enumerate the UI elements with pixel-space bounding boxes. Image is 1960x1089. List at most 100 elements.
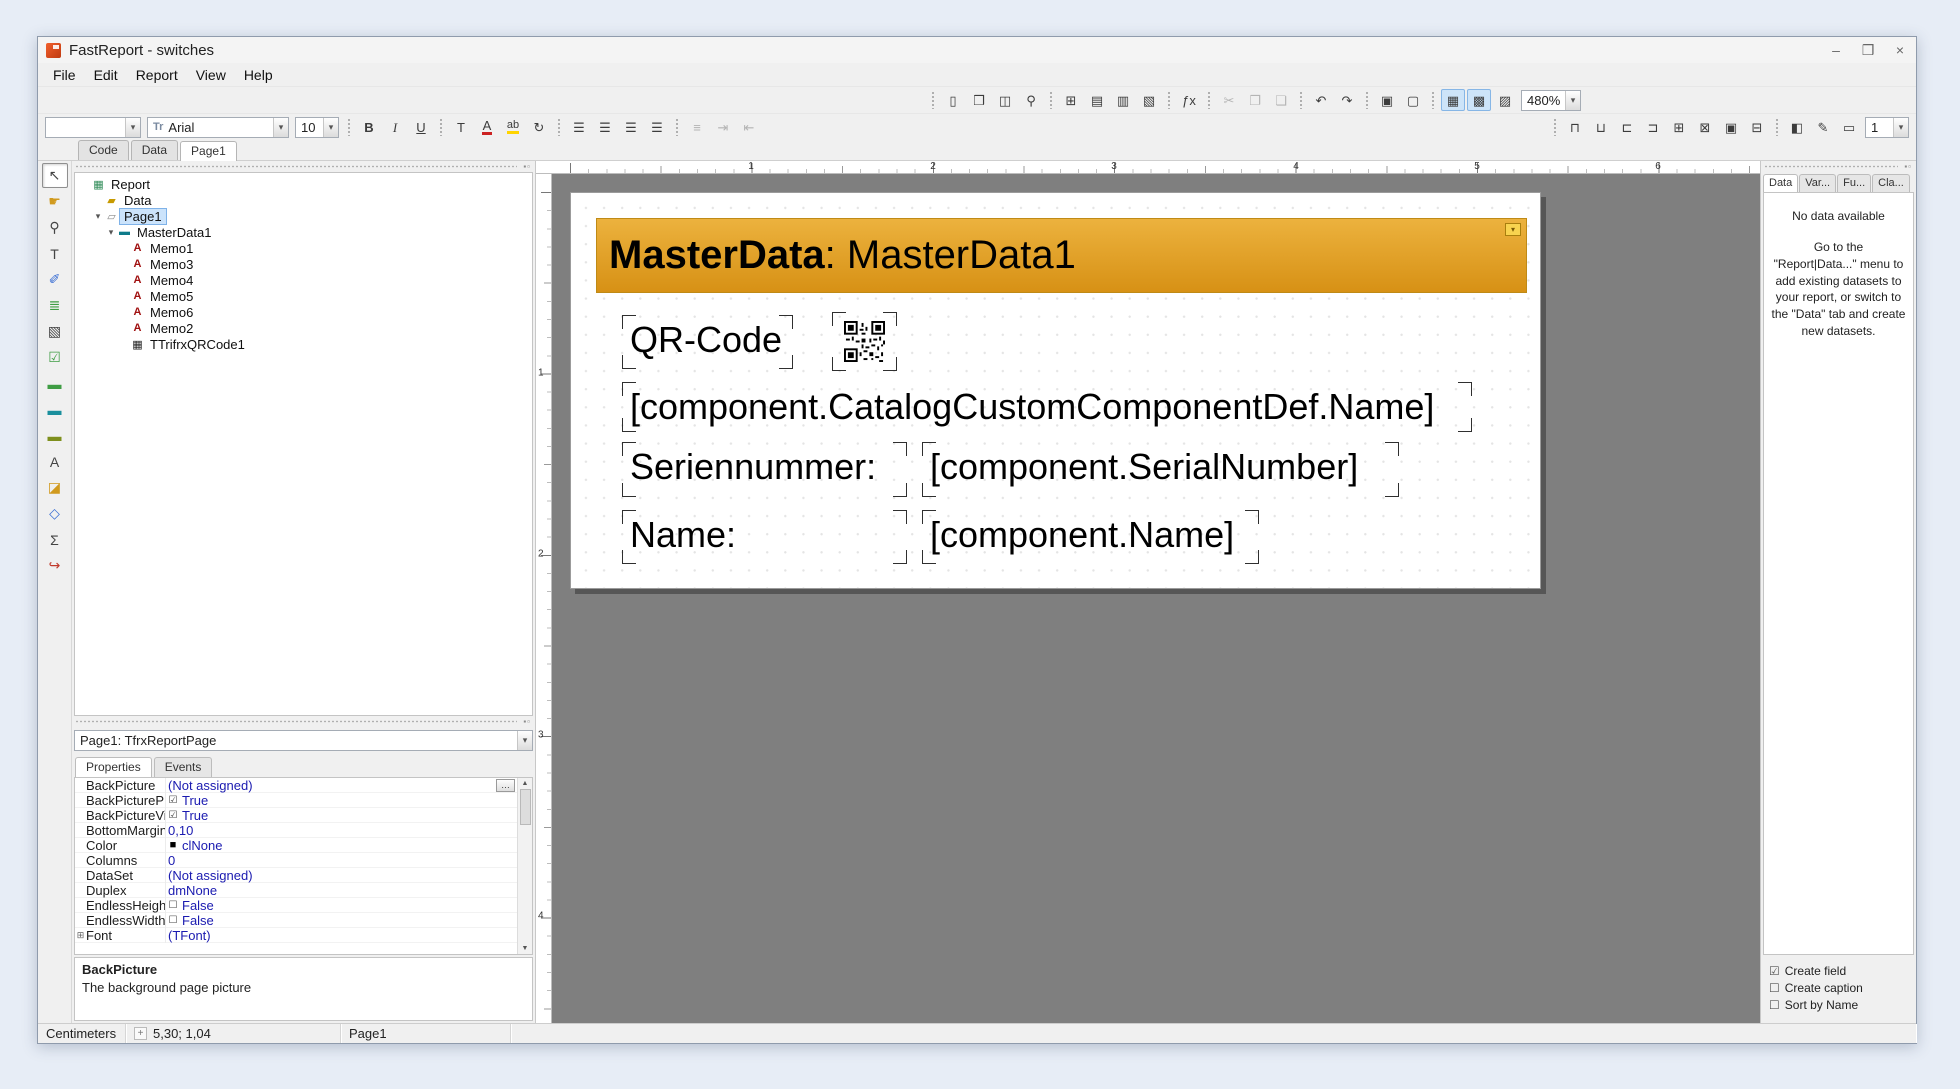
preview-icon[interactable]: ⚲: [1019, 89, 1043, 111]
tree-item[interactable]: A Memo1: [75, 240, 532, 256]
band-marker-icon[interactable]: ▾: [1505, 223, 1521, 236]
property-row[interactable]: BottomMargin 0,10: [75, 823, 532, 838]
option-row[interactable]: ☑ Create field: [1769, 962, 1908, 979]
maximize-button[interactable]: ❒: [1860, 42, 1876, 59]
line-spacing-icon[interactable]: ≡: [685, 116, 709, 138]
checkbox-tool[interactable]: ☑: [42, 345, 68, 370]
frame-color-icon[interactable]: ✎: [1811, 116, 1835, 138]
data-panel-tab[interactable]: Data: [1763, 174, 1798, 192]
tree-item[interactable]: ▦ Report: [75, 176, 532, 192]
italic-icon[interactable]: I: [383, 116, 407, 138]
dropdown-arrow-icon[interactable]: [125, 118, 140, 137]
property-row[interactable]: BackPictureP ☑ True: [75, 793, 532, 808]
align-to-grid-icon[interactable]: ▩: [1467, 89, 1491, 111]
font-color-icon[interactable]: A: [475, 116, 499, 138]
property-row[interactable]: Color ■ clNone: [75, 838, 532, 853]
font-name-select[interactable]: Tr Arial: [147, 117, 289, 138]
option-row[interactable]: ☐ Sort by Name: [1769, 996, 1908, 1013]
page-tab[interactable]: Page1: [180, 141, 237, 161]
copy-icon[interactable]: ❐: [1243, 89, 1267, 111]
inspector-tab[interactable]: Events: [154, 757, 213, 777]
property-row[interactable]: BackPictureVi ☑ True: [75, 808, 532, 823]
underline-icon[interactable]: U: [409, 116, 433, 138]
data-dictionary-icon[interactable]: ▤: [1085, 89, 1109, 111]
tree-expander-icon[interactable]: ▾: [105, 227, 117, 238]
property-check-icon[interactable]: ■: [166, 839, 180, 851]
memo-name-value[interactable]: [component.Name]: [923, 511, 1258, 563]
tree-item[interactable]: ▰ Data: [75, 192, 532, 208]
frame-left-icon[interactable]: ⊏: [1615, 116, 1639, 138]
property-row[interactable]: ⊞ Font (TFont): [75, 928, 532, 943]
dropdown-arrow-icon[interactable]: [1893, 118, 1908, 137]
toolbar-grip[interactable]: [1775, 118, 1779, 136]
property-row[interactable]: Duplex dmNone: [75, 883, 532, 898]
property-value[interactable]: False: [180, 898, 515, 913]
show-grid-icon[interactable]: ▦: [1441, 89, 1465, 111]
property-value[interactable]: (Not assigned): [166, 778, 494, 793]
aggregate-tool[interactable]: Σ: [42, 527, 68, 552]
inspector-grip[interactable]: [72, 716, 535, 727]
frame-bottom-icon[interactable]: ⊔: [1589, 116, 1613, 138]
data-panel-grip[interactable]: [1761, 161, 1916, 172]
scrollbar-thumb[interactable]: [520, 789, 531, 825]
expression-icon[interactable]: ƒx: [1177, 89, 1201, 111]
data-panel-tab[interactable]: Cla...: [1872, 174, 1910, 192]
cut-icon[interactable]: ✂: [1217, 89, 1241, 111]
variables-icon[interactable]: ▧: [1137, 89, 1161, 111]
tree-item[interactable]: A Memo3: [75, 256, 532, 272]
menu-item[interactable]: Edit: [85, 65, 127, 85]
frame-all-icon[interactable]: ⊞: [1667, 116, 1691, 138]
new-page-icon[interactable]: ⊞: [1059, 89, 1083, 111]
menu-item[interactable]: File: [44, 65, 85, 85]
report-tree-grip[interactable]: [72, 161, 535, 172]
option-row[interactable]: ☐ Create caption: [1769, 979, 1908, 996]
tree-item[interactable]: A Memo2: [75, 320, 532, 336]
property-check-icon[interactable]: ☐: [166, 900, 180, 911]
redo-icon[interactable]: ↷: [1335, 89, 1359, 111]
fit-to-grid-icon[interactable]: ▨: [1493, 89, 1517, 111]
highlight-color-icon[interactable]: ab: [501, 116, 525, 138]
text-style-icon[interactable]: T: [449, 116, 473, 138]
property-row[interactable]: EndlessWidth ☐ False: [75, 913, 532, 928]
toolbar-grip[interactable]: [347, 118, 351, 136]
property-expander-icon[interactable]: ⊞: [75, 930, 86, 941]
data-panel-tab[interactable]: Fu...: [1837, 174, 1871, 192]
object-select[interactable]: [45, 117, 141, 138]
new-document-icon[interactable]: ▯: [941, 89, 965, 111]
design-canvas[interactable]: MasterData: MasterData1 ▾ QR-Code: [552, 174, 1760, 1023]
dropdown-arrow-icon[interactable]: [323, 118, 338, 137]
text-edit-tool[interactable]: T: [42, 241, 68, 266]
frame-none-icon[interactable]: ⊠: [1693, 116, 1717, 138]
insert-child-band-tool[interactable]: ▬: [42, 423, 68, 448]
checkbox-icon[interactable]: ☑: [1769, 964, 1780, 978]
qr-code-object[interactable]: [833, 313, 896, 370]
data-panel-tab[interactable]: Var...: [1799, 174, 1836, 192]
property-row[interactable]: Columns 0: [75, 853, 532, 868]
format-painter-tool[interactable]: ✐: [42, 267, 68, 292]
undo-icon[interactable]: ↶: [1309, 89, 1333, 111]
toolbar-grip[interactable]: [557, 118, 561, 136]
masterdata-band[interactable]: MasterData: MasterData1 ▾: [596, 218, 1527, 293]
ungroup-icon[interactable]: ▢: [1401, 89, 1425, 111]
minimize-button[interactable]: –: [1828, 42, 1844, 59]
property-value[interactable]: (Not assigned): [166, 868, 515, 883]
insert-object-tool[interactable]: ↪: [42, 553, 68, 578]
report-page[interactable]: MasterData: MasterData1 ▾ QR-Code: [570, 192, 1541, 589]
line-width-select[interactable]: 1: [1865, 117, 1909, 138]
toolbar-grip[interactable]: [1365, 91, 1369, 109]
property-check-icon[interactable]: ☑: [166, 810, 180, 821]
property-ellipsis-button[interactable]: …: [496, 779, 515, 792]
property-check-icon[interactable]: ☐: [166, 915, 180, 926]
outdent-icon[interactable]: ⇤: [737, 116, 761, 138]
property-value[interactable]: False: [180, 913, 515, 928]
insert-band-tool[interactable]: ▬: [42, 371, 68, 396]
align-right-icon[interactable]: ☰: [619, 116, 643, 138]
property-grid-scrollbar[interactable]: [517, 778, 532, 954]
text-object-tool[interactable]: A: [42, 449, 68, 474]
indent-icon[interactable]: ⇥: [711, 116, 735, 138]
toolbar-grip[interactable]: [1167, 91, 1171, 109]
zoom-tool[interactable]: ⚲: [42, 215, 68, 240]
report-settings-icon[interactable]: ▥: [1111, 89, 1135, 111]
inspector-object-select[interactable]: Page1: TfrxReportPage: [74, 730, 533, 751]
property-row[interactable]: BackPicture (Not assigned) …: [75, 778, 532, 793]
